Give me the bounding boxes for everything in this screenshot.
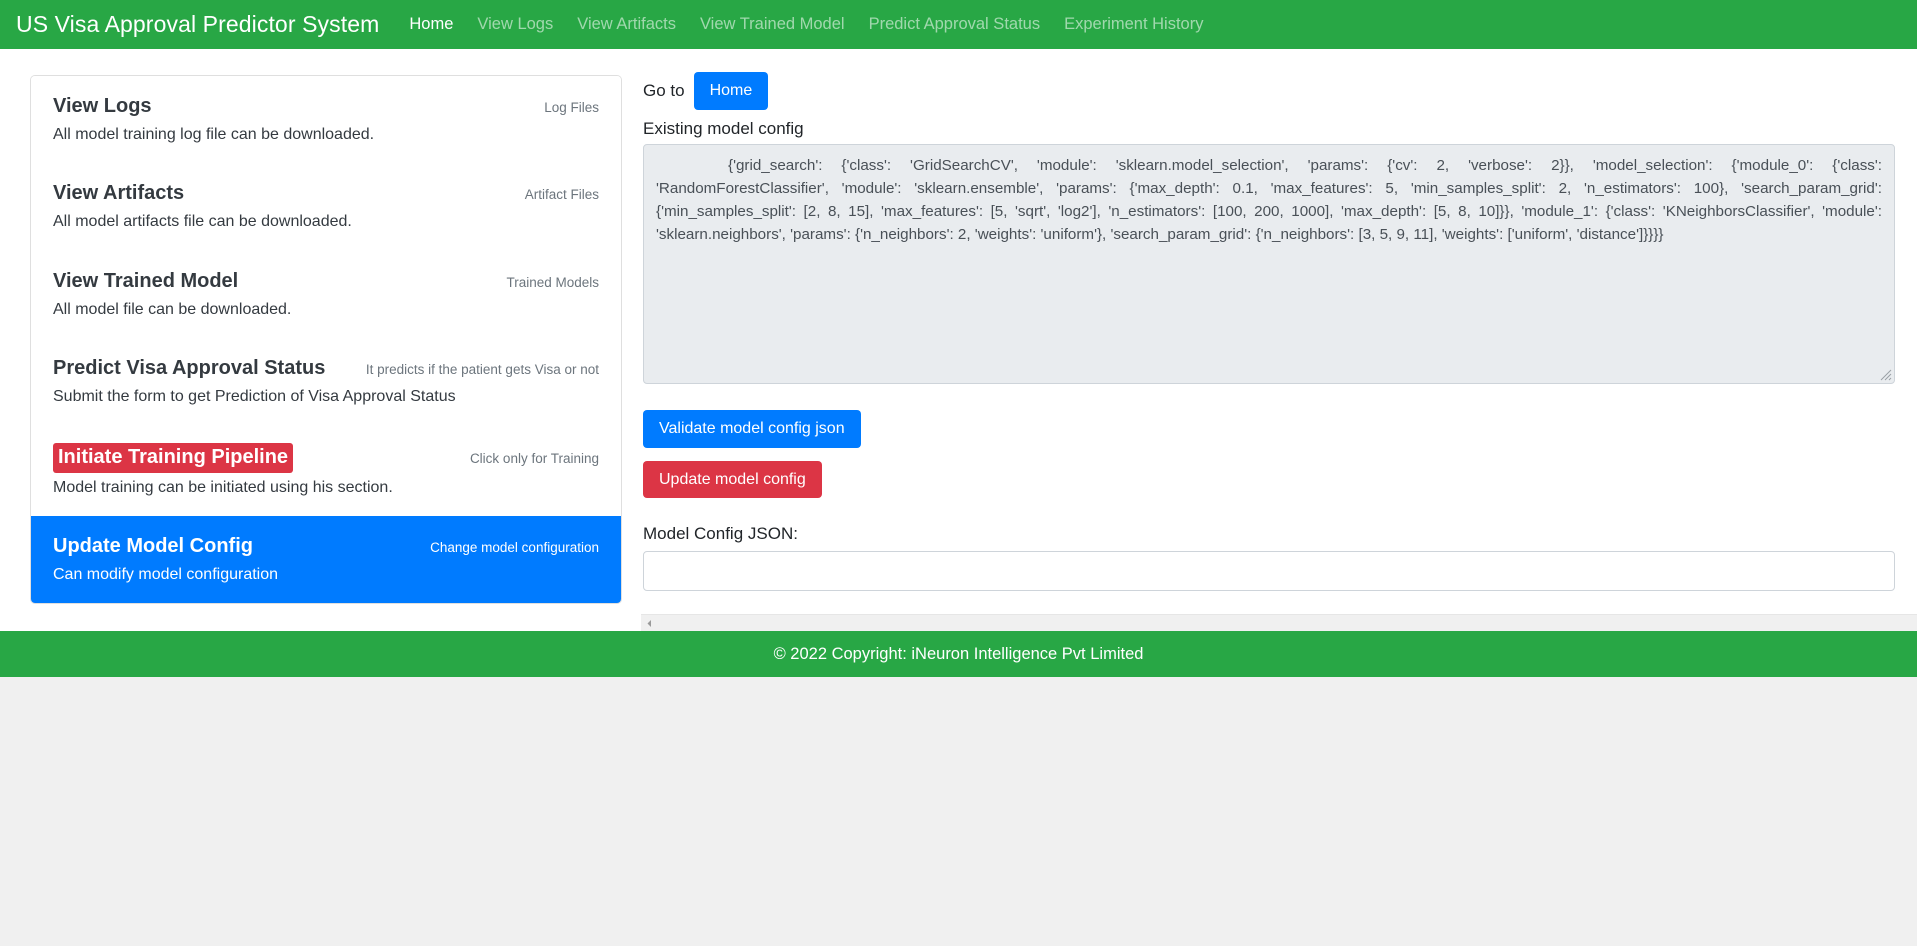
- brand-title: US Visa Approval Predictor System: [16, 11, 380, 37]
- list-item-predict-visa-approval-status[interactable]: Predict Visa Approval Status It predicts…: [31, 338, 621, 426]
- list-item-header: View Trained Model Trained Models: [53, 268, 599, 295]
- list-item-title: View Logs: [53, 95, 152, 117]
- list-item-header: Predict Visa Approval Status It predicts…: [53, 355, 599, 382]
- nav-link-view-trained-model[interactable]: View Trained Model: [688, 7, 857, 42]
- list-item-view-artifacts[interactable]: View Artifacts Artifact Files All model …: [31, 163, 621, 251]
- existing-config-label: Existing model config: [643, 119, 804, 138]
- nav-link-view-logs[interactable]: View Logs: [465, 7, 565, 42]
- feature-list-group: View Logs Log Files All model training l…: [30, 75, 622, 605]
- model-config-json-label: Model Config JSON:: [643, 524, 798, 544]
- list-item-view-logs[interactable]: View Logs Log Files All model training l…: [31, 76, 621, 164]
- primary-nav: Home View Logs View Artifacts View Train…: [397, 7, 1215, 42]
- list-item-title: View Trained Model: [53, 269, 239, 292]
- scroll-left-arrow-icon[interactable]: [641, 615, 658, 632]
- validate-model-config-button[interactable]: Validate model config json: [643, 410, 861, 448]
- list-item-description: Model training can be initiated using hi…: [53, 478, 393, 496]
- list-item-title: Predict Visa Approval Status: [53, 357, 326, 380]
- list-item-title: Update Model Config: [53, 534, 253, 557]
- list-item-meta: Artifact Files: [524, 187, 599, 203]
- list-item-description: Can modify model configuration: [53, 565, 279, 583]
- config-action-buttons: Validate model config json Update model …: [643, 410, 1895, 499]
- left-column: View Logs Log Files All model training l…: [0, 49, 625, 605]
- list-item-title: View Artifacts: [53, 182, 185, 205]
- footer-copyright: © 2022 Copyright: iNeuron Intelligence P…: [773, 644, 1144, 663]
- existing-model-config-value: {'grid_search': {'class': 'GridSearchCV'…: [656, 157, 1882, 244]
- model-config-json-input[interactable]: [643, 551, 1895, 592]
- home-button[interactable]: Home: [693, 72, 769, 110]
- list-item-meta: Trained Models: [506, 274, 599, 290]
- nav-link-predict-approval-status[interactable]: Predict Approval Status: [857, 7, 1053, 42]
- list-item-meta: It predicts if the patient gets Visa or …: [365, 362, 599, 378]
- update-model-config-button[interactable]: Update model config: [643, 460, 822, 499]
- horizontal-scrollbar[interactable]: [641, 614, 1917, 631]
- list-item-description: All model artifacts file can be download…: [53, 213, 352, 231]
- list-item-header: Initiate Training Pipeline Click only fo…: [53, 442, 599, 473]
- list-item-description: All model file can be downloaded.: [53, 300, 292, 318]
- goto-label: Go to: [643, 81, 685, 100]
- list-item-update-model-config[interactable]: Update Model Config Change model configu…: [31, 515, 621, 604]
- list-item-header: View Logs Log Files: [53, 93, 599, 120]
- goto-row: Go to Home: [643, 71, 1895, 111]
- list-item-description: Submit the form to get Prediction of Vis…: [53, 388, 456, 406]
- page-background-filler: [0, 677, 1917, 946]
- list-item-description: All model training log file can be downl…: [53, 126, 375, 143]
- navbar: US Visa Approval Predictor System Home V…: [0, 0, 1917, 49]
- nav-link-home[interactable]: Home: [397, 7, 465, 42]
- page-body: View Logs Log Files All model training l…: [0, 49, 1917, 631]
- list-item-initiate-training-pipeline[interactable]: Initiate Training Pipeline Click only fo…: [31, 425, 621, 516]
- list-item-header: Update Model Config Change model configu…: [53, 533, 599, 560]
- existing-model-config-textarea[interactable]: {'grid_search': {'class': 'GridSearchCV'…: [643, 144, 1895, 384]
- list-item-meta: Change model configuration: [430, 539, 599, 555]
- right-column: Go to Home Existing model config {'grid_…: [625, 49, 1917, 592]
- footer: © 2022 Copyright: iNeuron Intelligence P…: [0, 631, 1917, 677]
- list-item-title: Initiate Training Pipeline: [53, 442, 294, 473]
- nav-link-view-artifacts[interactable]: View Artifacts: [565, 7, 688, 42]
- resize-handle-icon[interactable]: [1879, 368, 1892, 381]
- list-item-meta: Click only for Training: [469, 450, 599, 466]
- list-item-meta: Log Files: [544, 100, 599, 115]
- list-item-view-trained-model[interactable]: View Trained Model Trained Models All mo…: [31, 250, 621, 339]
- list-item-header: View Artifacts Artifact Files: [53, 180, 599, 207]
- nav-link-experiment-history[interactable]: Experiment History: [1052, 7, 1215, 42]
